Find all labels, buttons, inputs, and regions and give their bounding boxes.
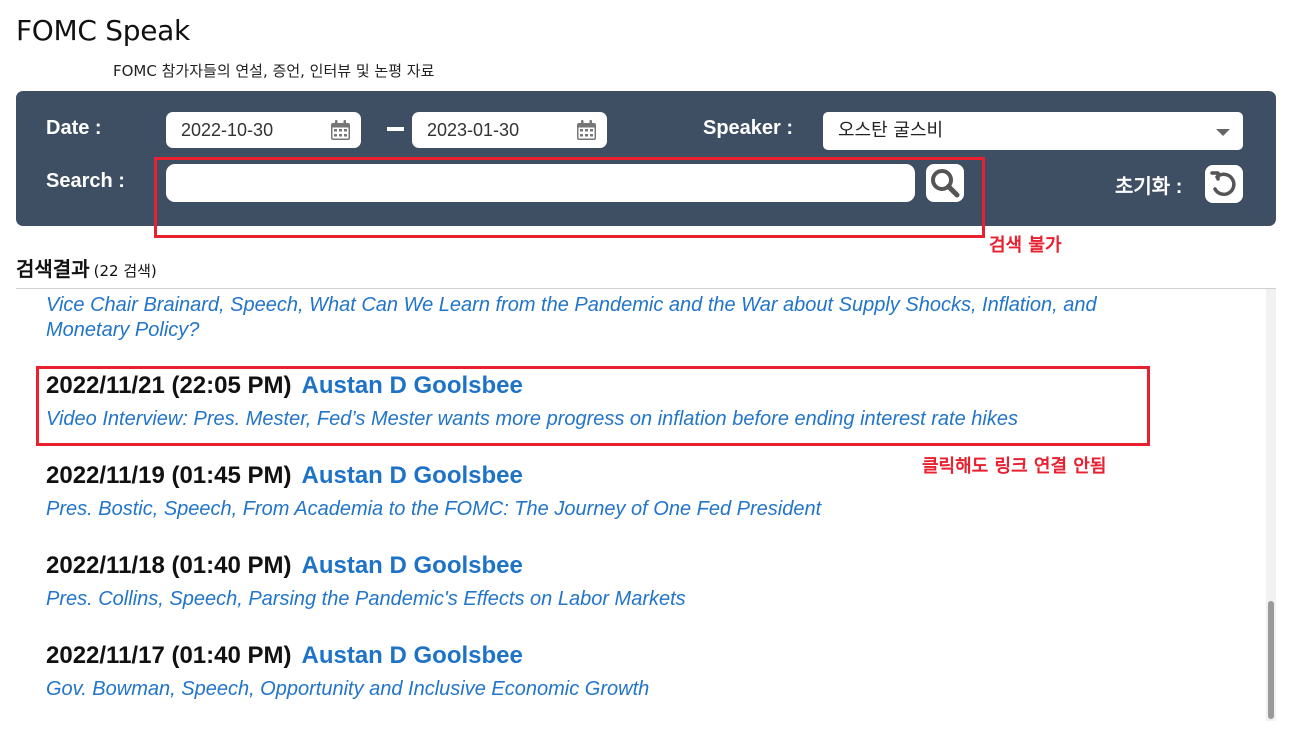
date-range-separator <box>387 127 404 131</box>
result-item: 2022/11/18 (01:40 PM) Austan D Goolsbee P… <box>46 552 686 611</box>
results-divider <box>16 288 1276 289</box>
annotation-link-box <box>36 366 1150 446</box>
scrollbar-thumb[interactable] <box>1268 601 1274 719</box>
page-subtitle: FOMC 참가자들의 연설, 증언, 인터뷰 및 논평 자료 <box>113 62 435 80</box>
speaker-select-value: 오스탄 굴스비 <box>838 120 944 141</box>
results-scrollbar[interactable] <box>1266 289 1276 721</box>
search-label: Search : <box>46 170 125 192</box>
page-title: FOMC Speak <box>16 14 190 47</box>
result-date: 2022/11/18 (01:40 PM) <box>46 552 292 579</box>
date-to-input[interactable]: 2023-01-30 <box>412 112 607 148</box>
reset-icon <box>1210 171 1236 197</box>
result-title-link[interactable]: Gov. Bowman, Speech, Opportunity and Inc… <box>46 678 649 701</box>
result-title-continued[interactable]: Monetary Policy? <box>46 318 1097 343</box>
result-item-partial[interactable]: Vice Chair Brainard, Speech, What Can We… <box>46 293 1097 343</box>
result-speaker-link[interactable]: Austan D Goolsbee <box>302 642 523 669</box>
results-heading-text: 검색결과 <box>16 257 90 281</box>
chevron-down-icon <box>1216 129 1230 136</box>
result-speaker-link[interactable]: Austan D Goolsbee <box>302 462 523 489</box>
calendar-icon[interactable] <box>330 120 351 141</box>
results-heading: 검색결과 (22 검색) <box>16 253 157 282</box>
reset-button[interactable] <box>1205 165 1243 203</box>
speaker-select[interactable]: 오스탄 굴스비 <box>823 112 1243 150</box>
date-from-value: 2022-10-30 <box>181 120 274 140</box>
result-date: 2022/11/19 (01:45 PM) <box>46 462 292 489</box>
calendar-icon[interactable] <box>576 120 597 141</box>
result-title[interactable]: Vice Chair Brainard, Speech, What Can We… <box>46 293 1097 318</box>
date-from-input[interactable]: 2022-10-30 <box>166 112 361 148</box>
annotation-link-note: 클릭해도 링크 연결 안됨 <box>922 456 1107 477</box>
result-date: 2022/11/17 (01:40 PM) <box>46 642 292 669</box>
reset-label: 초기화 : <box>1115 176 1183 198</box>
date-label: Date : <box>46 117 102 139</box>
result-title-link[interactable]: Pres. Collins, Speech, Parsing the Pande… <box>46 588 686 611</box>
result-item: 2022/11/19 (01:45 PM) Austan D Goolsbee P… <box>46 462 821 521</box>
result-title-link[interactable]: Pres. Bostic, Speech, From Academia to t… <box>46 498 821 521</box>
date-to-value: 2023-01-30 <box>427 120 520 140</box>
result-speaker-link[interactable]: Austan D Goolsbee <box>302 552 523 579</box>
annotation-search-box <box>154 157 985 238</box>
results-count: (22 검색) <box>93 262 157 280</box>
result-item: 2022/11/17 (01:40 PM) Austan D Goolsbee G… <box>46 642 649 701</box>
annotation-search-note: 검색 불가 <box>989 235 1062 256</box>
speaker-label: Speaker : <box>703 117 794 139</box>
